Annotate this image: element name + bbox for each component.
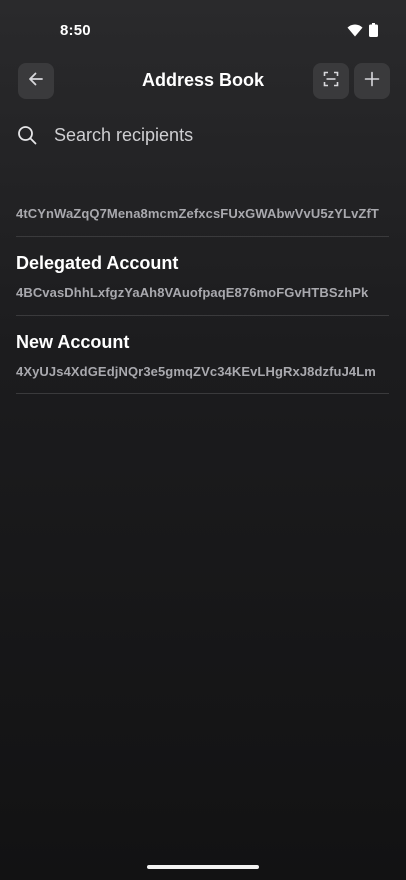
contact-list: 4tCYnWaZqQ7Mena8mcmZefxcsFUxGWAbwVvU5zYL… [16, 158, 389, 394]
contact-name: Delegated Account [16, 253, 179, 273]
wifi-icon [347, 23, 363, 42]
contact-address: 4tCYnWaZqQ7Mena8mcmZefxcsFUxGWAbwVvU5zYL… [16, 206, 379, 221]
status-time: 8:50 [60, 22, 91, 39]
status-icons [347, 23, 378, 42]
scan-icon [323, 71, 339, 92]
add-contact-button[interactable] [354, 63, 390, 99]
contact-item[interactable]: 4tCYnWaZqQ7Mena8mcmZefxcsFUxGWAbwVvU5zYL… [16, 158, 389, 237]
search-bar [16, 118, 390, 152]
status-bar: 8:50 [0, 0, 406, 60]
contact-name: New Account [16, 332, 130, 352]
search-input[interactable] [54, 124, 390, 146]
plus-icon [364, 71, 380, 92]
contact-address: 4XyUJs4XdGEdjNQr3e5gmqZVc34KEvLHgRxJ8dzf… [16, 364, 376, 379]
search-icon [16, 124, 38, 146]
contact-item[interactable]: New Account 4XyUJs4XdGEdjNQr3e5gmqZVc34K… [16, 316, 389, 394]
contact-item[interactable]: Delegated Account 4BCvasDhhLxfgzYaAh8VAu… [16, 237, 389, 316]
header: Address Book [0, 63, 406, 99]
contact-address: 4BCvasDhhLxfgzYaAh8VAuofpaqE876moFGvHTBS… [16, 285, 369, 300]
battery-icon [369, 23, 378, 42]
home-indicator[interactable] [147, 865, 259, 869]
scan-button[interactable] [313, 63, 349, 99]
